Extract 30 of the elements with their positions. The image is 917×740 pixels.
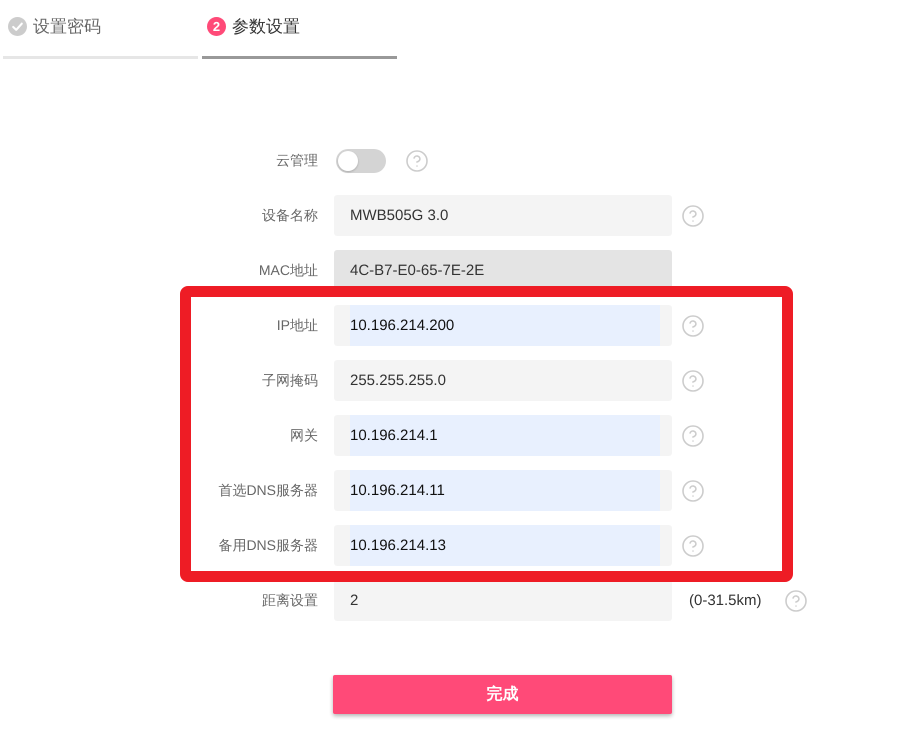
- field-label: IP地址: [276, 316, 318, 334]
- help-icon[interactable]: [405, 148, 429, 172]
- text-field[interactable]: 10.196.214.1: [334, 415, 672, 456]
- field-label: MAC地址: [258, 262, 318, 280]
- help-icon[interactable]: [681, 424, 705, 448]
- help-icon[interactable]: [681, 534, 705, 558]
- field-label: 网关: [289, 426, 318, 444]
- field-label: 子网掩码: [261, 372, 318, 390]
- field-label: 距离设置: [261, 592, 318, 610]
- text-field[interactable]: 10.196.214.13: [334, 525, 672, 566]
- text-field[interactable]: 10.196.214.200: [334, 305, 672, 346]
- field-label: 云管理: [275, 152, 318, 170]
- field-label: 设备名称: [261, 206, 318, 224]
- text-field[interactable]: 10.196.214.11: [334, 470, 672, 511]
- text-field[interactable]: 255.255.255.0: [334, 360, 672, 401]
- help-icon[interactable]: [681, 368, 705, 392]
- check-circle-icon: [8, 17, 27, 36]
- help-icon[interactable]: [681, 204, 705, 228]
- text-field[interactable]: MWB505G 3.0: [334, 195, 672, 236]
- field-label: 备用DNS服务器: [217, 536, 318, 554]
- toggle-switch[interactable]: [336, 148, 386, 172]
- range-hint: (0-31.5km): [689, 592, 762, 609]
- step-number: 2: [207, 17, 226, 36]
- step-tab[interactable]: 设置密码: [3, 0, 198, 59]
- help-icon[interactable]: [681, 478, 705, 502]
- field-label: 首选DNS服务器: [217, 482, 318, 500]
- help-icon[interactable]: [784, 588, 808, 612]
- step-tab[interactable]: 2 参数设置: [202, 0, 397, 59]
- text-field[interactable]: 2: [334, 580, 672, 621]
- help-icon[interactable]: [681, 314, 705, 338]
